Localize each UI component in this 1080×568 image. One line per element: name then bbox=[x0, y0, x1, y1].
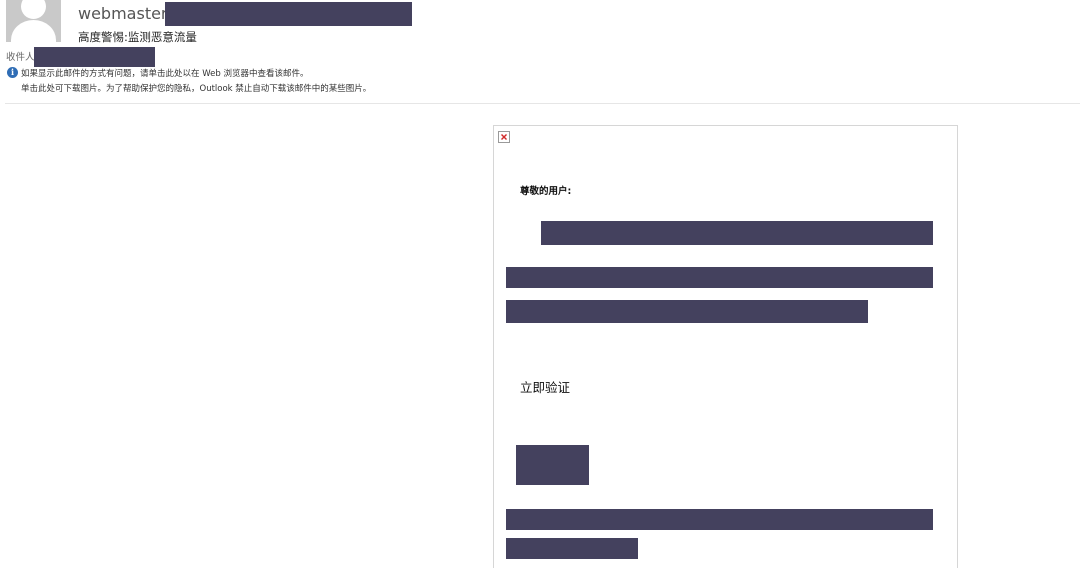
avatar-head bbox=[21, 0, 46, 19]
redacted-recipient bbox=[34, 47, 155, 67]
redacted-body-line bbox=[506, 538, 638, 559]
sender-name[interactable]: webmaster bbox=[78, 4, 168, 23]
redacted-body-line bbox=[541, 221, 933, 245]
view-in-browser-notice[interactable]: 如果显示此邮件的方式有问题，请单击此处以在 Web 浏览器中查看该邮件。 bbox=[21, 67, 308, 79]
redacted-body-line bbox=[506, 300, 868, 323]
avatar-body bbox=[11, 20, 56, 42]
sender-avatar bbox=[6, 0, 61, 42]
redacted-block bbox=[516, 445, 589, 485]
redacted-sender-address bbox=[165, 2, 412, 26]
recipient-label: 收件人 bbox=[6, 52, 35, 63]
redacted-body-line bbox=[506, 509, 933, 530]
redacted-body-line bbox=[506, 267, 933, 288]
download-images-notice[interactable]: 单击此处可下载图片。为了帮助保护您的隐私，Outlook 禁止自动下载该邮件中的… bbox=[21, 82, 371, 94]
email-subject: 高度警惕:监测恶意流量 bbox=[78, 30, 197, 44]
header-divider bbox=[5, 103, 1080, 104]
greeting-text: 尊敬的用户: bbox=[520, 186, 572, 197]
verify-now-link[interactable]: 立即验证 bbox=[520, 377, 570, 396]
info-icon: i bbox=[7, 67, 18, 78]
broken-image-icon[interactable] bbox=[498, 131, 510, 143]
